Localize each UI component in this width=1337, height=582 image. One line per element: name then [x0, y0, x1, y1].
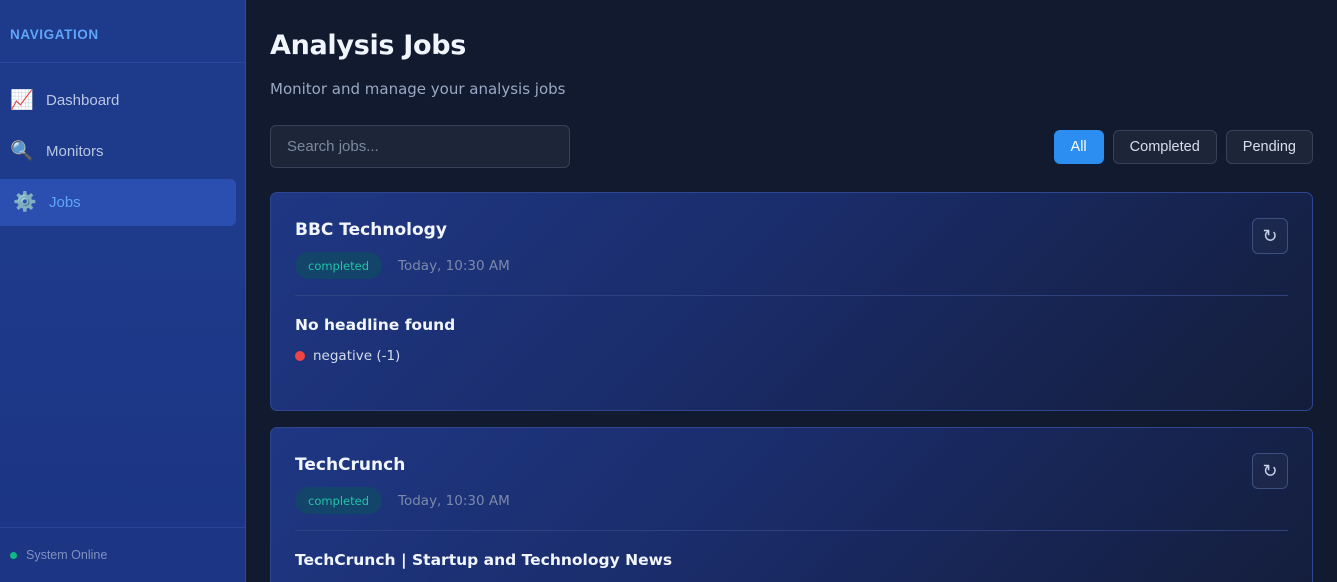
app-root: NAVIGATION 📈 Dashboard 🔍 Monitors ⚙️ Job… — [0, 0, 1337, 582]
job-headline: TechCrunch | Startup and Technology News — [295, 551, 673, 569]
system-status-text: System Online — [26, 548, 108, 562]
refresh-icon: ↻ — [1262, 226, 1278, 246]
sidebar-item-dashboard[interactable]: 📈 Dashboard — [0, 77, 236, 124]
job-name: BBC Technology — [295, 220, 447, 240]
sentiment-label: negative (-1) — [313, 348, 401, 364]
card-divider — [295, 295, 1288, 296]
job-headline: No headline found — [295, 316, 456, 334]
sidebar: NAVIGATION 📈 Dashboard 🔍 Monitors ⚙️ Job… — [0, 0, 246, 582]
filter-group: All Completed Pending — [1053, 129, 1313, 164]
job-card: TechCrunch completed Today, 10:30 AM ↻ T… — [270, 427, 1313, 582]
status-badge: completed — [295, 252, 383, 279]
sidebar-item-label: Monitors — [46, 143, 104, 160]
page-subtitle: Monitor and manage your analysis jobs — [270, 80, 566, 98]
toolbar: All Completed Pending — [270, 125, 1313, 168]
refresh-button[interactable]: ↻ — [1252, 218, 1288, 254]
job-meta: completed Today, 10:30 AM — [295, 487, 1288, 514]
job-name: TechCrunch — [295, 455, 406, 475]
job-meta: completed Today, 10:30 AM — [295, 252, 1288, 279]
nav-list: 📈 Dashboard 🔍 Monitors ⚙️ Jobs — [0, 63, 245, 226]
page-title: Analysis Jobs — [270, 30, 467, 61]
filter-all-button[interactable]: All — [1053, 129, 1104, 164]
magnifier-icon: 🔍 — [10, 141, 34, 162]
sidebar-item-monitors[interactable]: 🔍 Monitors — [0, 128, 236, 175]
main-content: Analysis Jobs Monitor and manage your an… — [246, 0, 1337, 582]
job-timestamp: Today, 10:30 AM — [398, 492, 510, 509]
online-status-dot — [10, 551, 17, 559]
job-timestamp: Today, 10:30 AM — [398, 257, 510, 274]
sidebar-item-jobs[interactable]: ⚙️ Jobs — [0, 179, 236, 226]
sidebar-item-label: Dashboard — [46, 92, 120, 109]
refresh-icon: ↻ — [1262, 461, 1278, 481]
gear-icon: ⚙️ — [13, 192, 37, 213]
sentiment-dot — [295, 351, 305, 361]
filter-pending-button[interactable]: Pending — [1225, 129, 1313, 164]
status-badge: completed — [295, 487, 383, 514]
job-card: BBC Technology completed Today, 10:30 AM… — [270, 192, 1313, 411]
search-input[interactable] — [270, 125, 570, 168]
sidebar-footer: System Online — [0, 527, 245, 582]
filter-completed-button[interactable]: Completed — [1112, 129, 1217, 164]
refresh-button[interactable]: ↻ — [1252, 453, 1288, 489]
sidebar-item-label: Jobs — [49, 194, 81, 211]
nav-header: NAVIGATION — [0, 0, 245, 63]
card-divider — [295, 530, 1288, 531]
sentiment-row: negative (-1) — [295, 348, 1288, 364]
chart-icon: 📈 — [10, 90, 34, 111]
